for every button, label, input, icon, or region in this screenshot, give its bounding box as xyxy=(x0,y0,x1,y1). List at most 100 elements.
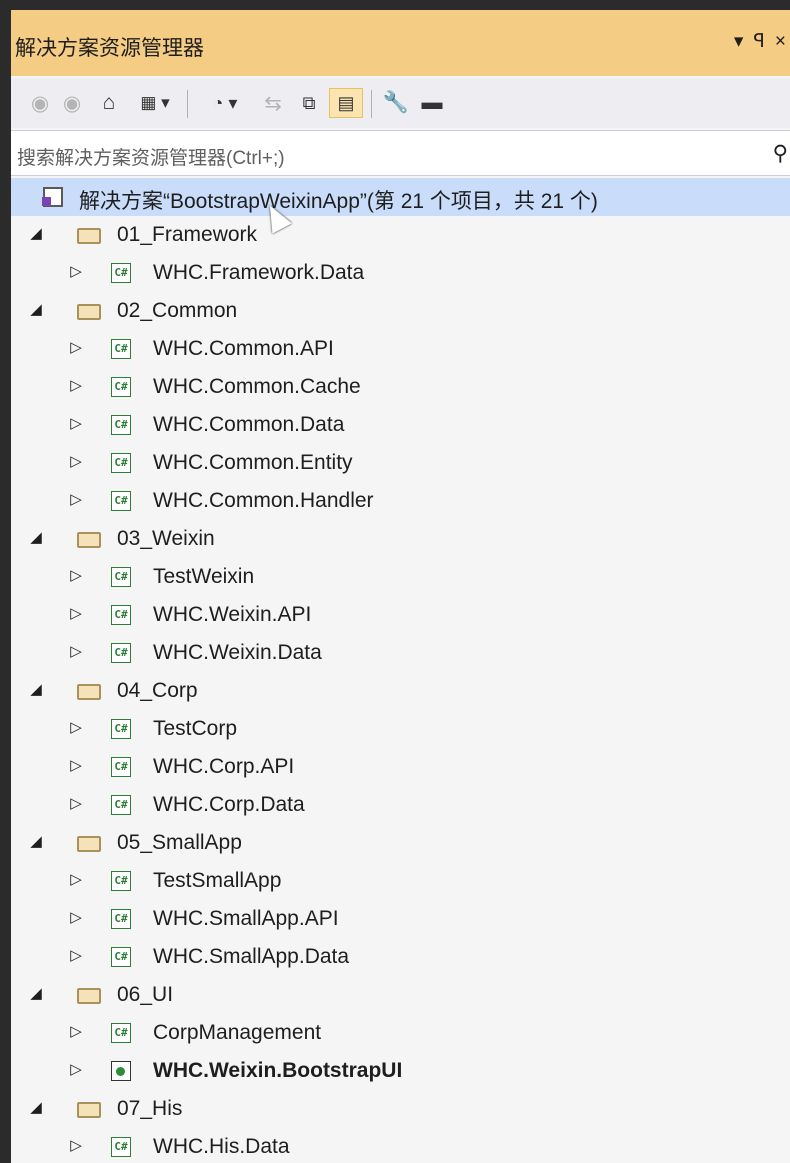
show-all-files-icon[interactable]: ▤ xyxy=(329,88,363,118)
dropdown-icon[interactable]: ▾ xyxy=(734,31,754,52)
collapsed-arrow-icon[interactable]: ▷ xyxy=(67,414,85,432)
collapsed-arrow-icon[interactable]: ▷ xyxy=(67,566,85,584)
project-label: WHC.Corp.API xyxy=(153,755,295,778)
project-node[interactable]: ▷ C# WHC.Framework.Data xyxy=(11,254,790,292)
project-node[interactable]: ▷ C# TestCorp xyxy=(11,710,790,748)
project-node[interactable]: ▷ C# WHC.SmallApp.Data xyxy=(11,938,790,976)
project-label: WHC.Common.Handler xyxy=(153,489,374,512)
expanded-arrow-icon[interactable]: ◢ xyxy=(27,832,45,850)
project-label: WHC.Framework.Data xyxy=(153,261,365,284)
window-top-border xyxy=(0,0,790,10)
project-node[interactable]: ▷ C# WHC.Common.API xyxy=(11,330,790,368)
home-icon[interactable]: ⌂ xyxy=(93,88,125,118)
collapsed-arrow-icon[interactable]: ▷ xyxy=(67,718,85,736)
expanded-arrow-icon[interactable]: ◢ xyxy=(27,300,45,318)
folder-node[interactable]: ◢ 05_SmallApp xyxy=(11,824,790,862)
project-node[interactable]: ▷ C# WHC.Common.Handler xyxy=(11,482,790,520)
collapsed-arrow-icon[interactable]: ▷ xyxy=(67,642,85,660)
project-label: TestSmallApp xyxy=(153,869,282,892)
collapsed-arrow-icon[interactable]: ▷ xyxy=(67,1136,85,1154)
project-node[interactable]: ▷ C# WHC.Common.Data xyxy=(11,406,790,444)
folder-node[interactable]: ◢ 06_UI xyxy=(11,976,790,1014)
project-label: WHC.Common.Cache xyxy=(153,375,361,398)
folder-node[interactable]: ◢ 03_Weixin xyxy=(11,520,790,558)
csharp-project-icon: C# xyxy=(111,947,131,967)
project-node[interactable]: ▷ C# CorpManagement xyxy=(11,1014,790,1052)
project-node[interactable]: ▷ C# WHC.SmallApp.API xyxy=(11,900,790,938)
collapsed-arrow-icon[interactable]: ▷ xyxy=(67,870,85,888)
forward-icon[interactable]: ◉ xyxy=(57,88,87,118)
project-node[interactable]: ▷ C# TestWeixin xyxy=(11,558,790,596)
collapsed-arrow-icon[interactable]: ▷ xyxy=(67,1022,85,1040)
folder-node[interactable]: ◢ 02_Common xyxy=(11,292,790,330)
project-node[interactable]: ▷ WHC.Weixin.BootstrapUI xyxy=(11,1052,790,1090)
project-label: WHC.Common.Entity xyxy=(153,451,353,474)
switch-views-icon[interactable]: ▦ ▾ xyxy=(129,88,181,118)
close-icon[interactable]: × xyxy=(775,31,790,52)
project-label: CorpManagement xyxy=(153,1021,322,1044)
expanded-arrow-icon[interactable]: ◢ xyxy=(27,984,45,1002)
project-node[interactable]: ▷ C# TestSmallApp xyxy=(11,862,790,900)
csharp-project-icon: C# xyxy=(111,605,131,625)
collapsed-arrow-icon[interactable]: ▷ xyxy=(67,490,85,508)
csharp-project-icon: C# xyxy=(111,263,131,283)
folder-label: 04_Corp xyxy=(117,679,198,702)
csharp-project-icon: C# xyxy=(111,795,131,815)
folder-label: 03_Weixin xyxy=(117,527,215,550)
folder-node[interactable]: ◢ 01_Framework xyxy=(11,216,790,254)
project-label: TestCorp xyxy=(153,717,238,740)
collapsed-arrow-icon[interactable]: ▷ xyxy=(67,794,85,812)
project-label: WHC.SmallApp.API xyxy=(153,907,339,930)
solution-icon xyxy=(42,187,63,207)
solution-label: 解决方案“BootstrapWeixinApp”(第 21 个项目，共 21 个… xyxy=(79,190,598,213)
collapsed-arrow-icon[interactable]: ▷ xyxy=(67,262,85,280)
collapsed-arrow-icon[interactable]: ▷ xyxy=(67,946,85,964)
preview-icon[interactable]: ▬ xyxy=(417,88,447,118)
folder-icon xyxy=(77,228,101,244)
project-node[interactable]: ▷ C# WHC.Common.Cache xyxy=(11,368,790,406)
folder-node[interactable]: ◢ 07_His xyxy=(11,1090,790,1128)
expanded-arrow-icon[interactable]: ◢ xyxy=(27,1098,45,1116)
panel-title-bar[interactable]: 解决方案资源管理器 ▾ꟼ× xyxy=(11,10,790,76)
pending-changes-icon[interactable]: ◔ ▾ xyxy=(197,88,253,118)
csharp-project-icon: C# xyxy=(111,719,131,739)
project-label: WHC.Weixin.BootstrapUI xyxy=(153,1059,403,1082)
folder-node[interactable]: ◢ 04_Corp xyxy=(11,672,790,710)
back-icon[interactable]: ◉ xyxy=(25,88,55,118)
solution-node[interactable]: 解决方案“BootstrapWeixinApp”(第 21 个项目，共 21 个… xyxy=(11,178,790,216)
project-node[interactable]: ▷ C# WHC.His.Data xyxy=(11,1128,790,1163)
project-label: WHC.Common.API xyxy=(153,337,334,360)
collapsed-arrow-icon[interactable]: ▷ xyxy=(67,1060,85,1078)
web-project-icon xyxy=(111,1061,131,1081)
folder-icon xyxy=(77,836,101,852)
pin-icon[interactable]: ꟼ xyxy=(753,31,774,52)
expanded-arrow-icon[interactable]: ◢ xyxy=(27,680,45,698)
folder-icon xyxy=(77,532,101,548)
expanded-arrow-icon[interactable]: ◢ xyxy=(27,528,45,546)
search-icon[interactable]: ⚲ xyxy=(773,141,788,166)
collapsed-arrow-icon[interactable]: ▷ xyxy=(67,452,85,470)
search-box[interactable]: 搜索解决方案资源管理器(Ctrl+;) ⚲ xyxy=(11,130,790,176)
csharp-project-icon: C# xyxy=(111,1023,131,1043)
collapsed-arrow-icon[interactable]: ▷ xyxy=(67,604,85,622)
folder-label: 07_His xyxy=(117,1097,183,1120)
project-node[interactable]: ▷ C# WHC.Common.Entity xyxy=(11,444,790,482)
collapsed-arrow-icon[interactable]: ▷ xyxy=(67,756,85,774)
project-node[interactable]: ▷ C# WHC.Corp.Data xyxy=(11,786,790,824)
collapse-all-icon[interactable]: ⧉ xyxy=(293,88,325,118)
properties-icon[interactable]: 🔧 xyxy=(379,88,413,118)
toolbar-separator xyxy=(187,90,188,118)
project-node[interactable]: ▷ C# WHC.Weixin.Data xyxy=(11,634,790,672)
project-label: TestWeixin xyxy=(153,565,255,588)
project-node[interactable]: ▷ C# WHC.Corp.API xyxy=(11,748,790,786)
collapsed-arrow-icon[interactable]: ▷ xyxy=(67,908,85,926)
toolbar-separator xyxy=(371,90,372,118)
collapsed-arrow-icon[interactable]: ▷ xyxy=(67,376,85,394)
sync-icon[interactable]: ⇆ xyxy=(257,88,289,118)
title-actions: ▾ꟼ× xyxy=(734,30,790,53)
expanded-arrow-icon[interactable]: ◢ xyxy=(27,224,45,242)
csharp-project-icon: C# xyxy=(111,871,131,891)
search-input[interactable]: 搜索解决方案资源管理器(Ctrl+;) xyxy=(17,143,285,170)
project-node[interactable]: ▷ C# WHC.Weixin.API xyxy=(11,596,790,634)
collapsed-arrow-icon[interactable]: ▷ xyxy=(67,338,85,356)
